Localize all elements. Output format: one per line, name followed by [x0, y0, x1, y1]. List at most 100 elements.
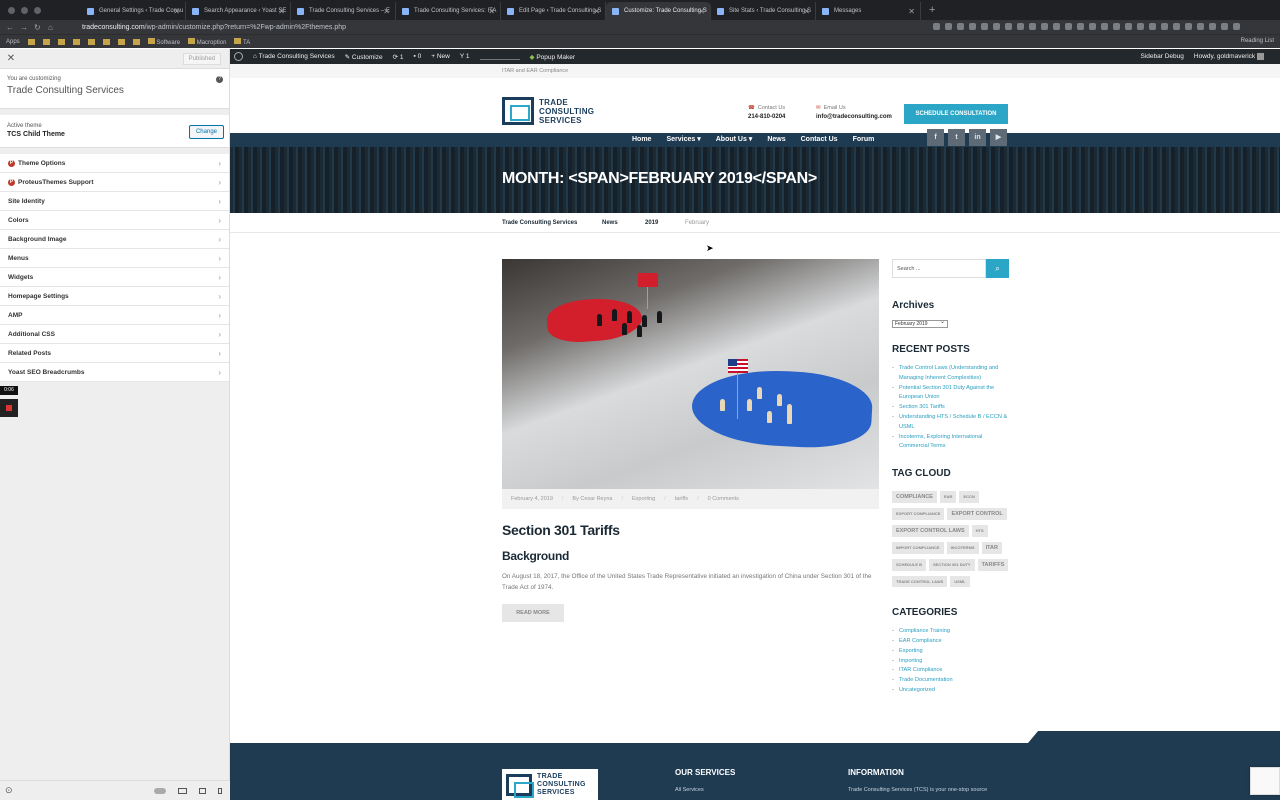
admin-bar-customize[interactable]: ✎ Customize — [345, 53, 383, 61]
admin-bar-yoast[interactable]: Y 1 — [460, 53, 470, 60]
nav-contact[interactable]: Contact Us — [801, 133, 838, 147]
customizer-section-item[interactable]: Homepage Settings › — [0, 287, 229, 306]
schedule-consultation-button[interactable]: SCHEDULE CONSULTATION — [904, 104, 1008, 124]
category-link[interactable]: Uncategorized — [892, 686, 1010, 696]
footer-logo[interactable]: TRADE CONSULTING SERVICES — [502, 769, 598, 800]
post-comments[interactable]: 0 Comments — [708, 496, 739, 502]
tag-link[interactable]: SECTION 301 DUTY — [929, 559, 975, 572]
customizer-section-item[interactable]: Yoast SEO Breadcrumbs › — [0, 363, 229, 382]
toggle-icon[interactable] — [154, 787, 166, 794]
help-icon[interactable]: ? — [216, 76, 223, 83]
nav-home[interactable]: Home — [632, 133, 651, 147]
tag-link[interactable]: SCHEDULE B — [892, 559, 927, 572]
nav-news[interactable]: News — [767, 133, 785, 147]
customizer-section-item[interactable]: P ProteusThemes Support › — [0, 173, 229, 192]
bookmark-icon[interactable] — [102, 38, 110, 45]
customizer-section-item[interactable]: Menus › — [0, 249, 229, 268]
published-button[interactable]: Published — [182, 52, 221, 65]
tag-link[interactable]: TRADE CONTROL LAWS — [892, 576, 948, 588]
close-tab-icon[interactable]: ✕ — [698, 7, 705, 16]
tag-link[interactable]: USML — [950, 576, 970, 588]
url-field[interactable]: tradeconsulting.com/wp-admin/customize.p… — [82, 24, 346, 31]
close-icon[interactable]: ✕ — [0, 53, 22, 64]
new-tab-button[interactable]: + — [921, 4, 943, 20]
recent-post-link[interactable]: Trade Control Laws (Understanding and Ma… — [892, 364, 1010, 384]
customizer-section-item[interactable]: AMP › — [0, 306, 229, 325]
facebook-icon[interactable]: f — [927, 129, 944, 146]
admin-bar-comments[interactable]: ▪ 0 — [414, 53, 422, 60]
home-icon[interactable]: ⌂ — [48, 23, 62, 32]
category-link[interactable]: Importing — [892, 657, 1010, 667]
contact-phone[interactable]: ☎ Contact Us 214-810-0204 — [748, 105, 785, 120]
window-controls[interactable] — [0, 7, 51, 20]
bookmark-macroption[interactable]: Macroption — [188, 37, 226, 46]
browser-tab[interactable]: Site Stats ‹ Trade Consulting S ✕ — [711, 2, 816, 20]
browser-tab[interactable]: Messages ✕ — [816, 2, 921, 20]
footer-all-services-link[interactable]: All Services — [675, 787, 704, 793]
close-tab-icon[interactable]: ✕ — [593, 7, 600, 16]
bookmark-software[interactable]: Software — [147, 37, 180, 46]
close-tab-icon[interactable]: ✕ — [488, 7, 495, 16]
extension-icons[interactable] — [933, 23, 1240, 30]
tablet-preview-icon[interactable] — [199, 787, 206, 794]
bookmark-icon[interactable] — [132, 38, 140, 45]
post-category[interactable]: Exporting — [632, 496, 655, 502]
stop-recording-button[interactable] — [0, 399, 18, 417]
browser-tab[interactable]: General Settings ‹ Trade Consu ✕ — [81, 2, 186, 20]
category-link[interactable]: ITAR Compliance — [892, 666, 1010, 676]
change-theme-button[interactable]: Change — [188, 125, 224, 139]
tag-link[interactable]: EXPORT COMPLIANCE — [892, 508, 945, 521]
admin-bar-site[interactable]: ⌂ Trade Consulting Services — [253, 53, 335, 60]
admin-bar-account[interactable]: Howdy, goldmaverick — [1194, 52, 1264, 60]
bookmark-icon[interactable] — [72, 38, 80, 45]
customizer-section-item[interactable]: Related Posts › — [0, 344, 229, 363]
bookmark-icon[interactable] — [87, 38, 95, 45]
linkedin-icon[interactable]: in — [969, 129, 986, 146]
customizer-section-item[interactable]: Additional CSS › — [0, 325, 229, 344]
recaptcha-badge[interactable] — [1250, 767, 1280, 795]
reload-icon[interactable]: ↻ — [34, 23, 48, 32]
bookmark-icon[interactable] — [57, 38, 65, 45]
tag-link[interactable]: COMPLIANCE — [892, 491, 937, 504]
nav-forum[interactable]: Forum — [853, 133, 875, 147]
tag-link[interactable]: IMPORT COMPLIANCE — [892, 542, 944, 555]
breadcrumb-home[interactable]: Trade Consulting Services — [502, 220, 577, 226]
admin-bar-popup-maker[interactable]: ◆ Popup Maker — [530, 53, 575, 61]
search-icon[interactable]: ⌕ — [986, 259, 1009, 278]
hide-controls-icon[interactable]: ⊙ — [5, 785, 13, 796]
recent-post-link[interactable]: Incoterms, Exploring International Comme… — [892, 433, 1010, 453]
post-featured-image[interactable] — [502, 259, 879, 489]
nav-services[interactable]: Services ▾ — [666, 133, 700, 147]
browser-tab[interactable]: Trade Consulting Services – E ✕ — [291, 2, 396, 20]
close-tab-icon[interactable]: ✕ — [908, 7, 915, 16]
category-link[interactable]: Trade Documentation — [892, 676, 1010, 686]
forward-icon[interactable]: → — [20, 23, 34, 32]
customizer-section-item[interactable]: Site Identity › — [0, 192, 229, 211]
customizer-section-item[interactable]: Widgets › — [0, 268, 229, 287]
tag-link[interactable]: EAR — [939, 491, 957, 504]
close-tab-icon[interactable]: ✕ — [383, 7, 390, 16]
browser-tab[interactable]: Search Appearance ‹ Yoast SE ✕ — [186, 2, 291, 20]
breadcrumb-news[interactable]: News — [602, 220, 618, 226]
tag-link[interactable]: ECCN — [959, 491, 979, 504]
category-link[interactable]: Exporting — [892, 647, 1010, 657]
bookmark-apps[interactable]: Apps — [6, 39, 20, 45]
site-logo[interactable]: TRADE CONSULTING SERVICES — [502, 97, 594, 125]
post-date[interactable]: February 4, 2019 — [511, 496, 553, 502]
close-tab-icon[interactable]: ✕ — [803, 7, 810, 16]
bookmark-icon[interactable] — [42, 38, 50, 45]
tag-link[interactable]: TARIFFS — [977, 559, 1009, 572]
close-tab-icon[interactable]: ✕ — [173, 7, 180, 16]
desktop-preview-icon[interactable] — [178, 787, 187, 794]
admin-bar-updates[interactable]: ⟳ 1 — [393, 53, 404, 61]
tag-link[interactable]: EXPORT CONTROL LAWS — [892, 525, 969, 538]
post-title[interactable]: Section 301 Tariffs — [502, 522, 879, 538]
post-author[interactable]: By Cesar Reyna — [572, 496, 612, 502]
customizer-section-item[interactable]: P Theme Options › — [0, 154, 229, 173]
nav-about[interactable]: About Us ▾ — [716, 133, 753, 147]
bookmark-icon[interactable] — [117, 38, 125, 45]
admin-bar-sidebar-debug[interactable]: Sidebar Debug — [1141, 53, 1184, 60]
tag-link[interactable]: ITAR — [981, 542, 1002, 555]
wordpress-logo-icon[interactable] — [234, 52, 243, 61]
reading-list[interactable]: Reading List — [1241, 38, 1274, 44]
